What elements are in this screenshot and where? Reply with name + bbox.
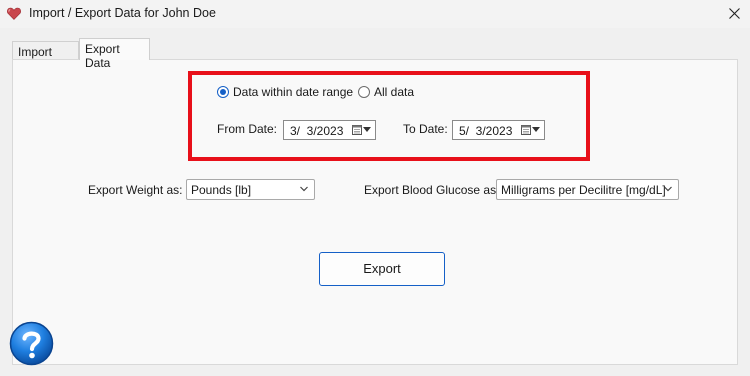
chevron-down-icon (300, 186, 308, 192)
export-weight-value: Pounds [lb] (191, 183, 252, 197)
heart-icon (7, 7, 21, 20)
tab-import-data[interactable]: Import Data (12, 41, 79, 73)
from-date-label: From Date: (217, 122, 278, 136)
to-date-label: To Date: (403, 122, 448, 136)
to-date-value: 5/ 3/2023 (459, 124, 513, 138)
export-weight-label: Export Weight as: (88, 183, 183, 197)
close-button[interactable] (722, 2, 748, 26)
export-glucose-select[interactable]: Milligrams per Decilitre [mg/dL] (496, 179, 679, 200)
tab-export-data[interactable]: Export Data (79, 38, 150, 70)
close-icon (729, 8, 740, 19)
radio-indicator[interactable] (358, 86, 370, 98)
chevron-down-icon (664, 186, 672, 192)
from-date-value: 3/ 3/2023 (290, 124, 344, 138)
chevron-down-icon (363, 127, 371, 132)
export-weight-select[interactable]: Pounds [lb] (186, 179, 315, 200)
help-icon[interactable] (9, 321, 54, 366)
radio-date-range-label: Data within date range (233, 85, 354, 99)
calendar-icon (521, 125, 531, 135)
calendar-dropdown[interactable] (352, 124, 371, 135)
calendar-icon (352, 125, 362, 135)
calendar-dropdown[interactable] (521, 124, 540, 135)
radio-all-data[interactable]: All data (358, 85, 414, 99)
window-title: Import / Export Data for John Doe (29, 6, 216, 20)
export-button[interactable]: Export (319, 252, 445, 286)
from-date-picker[interactable]: 3/ 3/2023 (283, 120, 376, 140)
to-date-picker[interactable]: 5/ 3/2023 (452, 120, 545, 140)
radio-indicator[interactable] (217, 86, 229, 98)
export-glucose-label: Export Blood Glucose as: (364, 183, 500, 197)
title-bar: Import / Export Data for John Doe (0, 0, 750, 28)
export-glucose-value: Milligrams per Decilitre [mg/dL] (501, 183, 666, 197)
radio-date-range[interactable]: Data within date range (217, 85, 353, 99)
chevron-down-icon (532, 127, 540, 132)
radio-all-data-label: All data (374, 85, 415, 99)
